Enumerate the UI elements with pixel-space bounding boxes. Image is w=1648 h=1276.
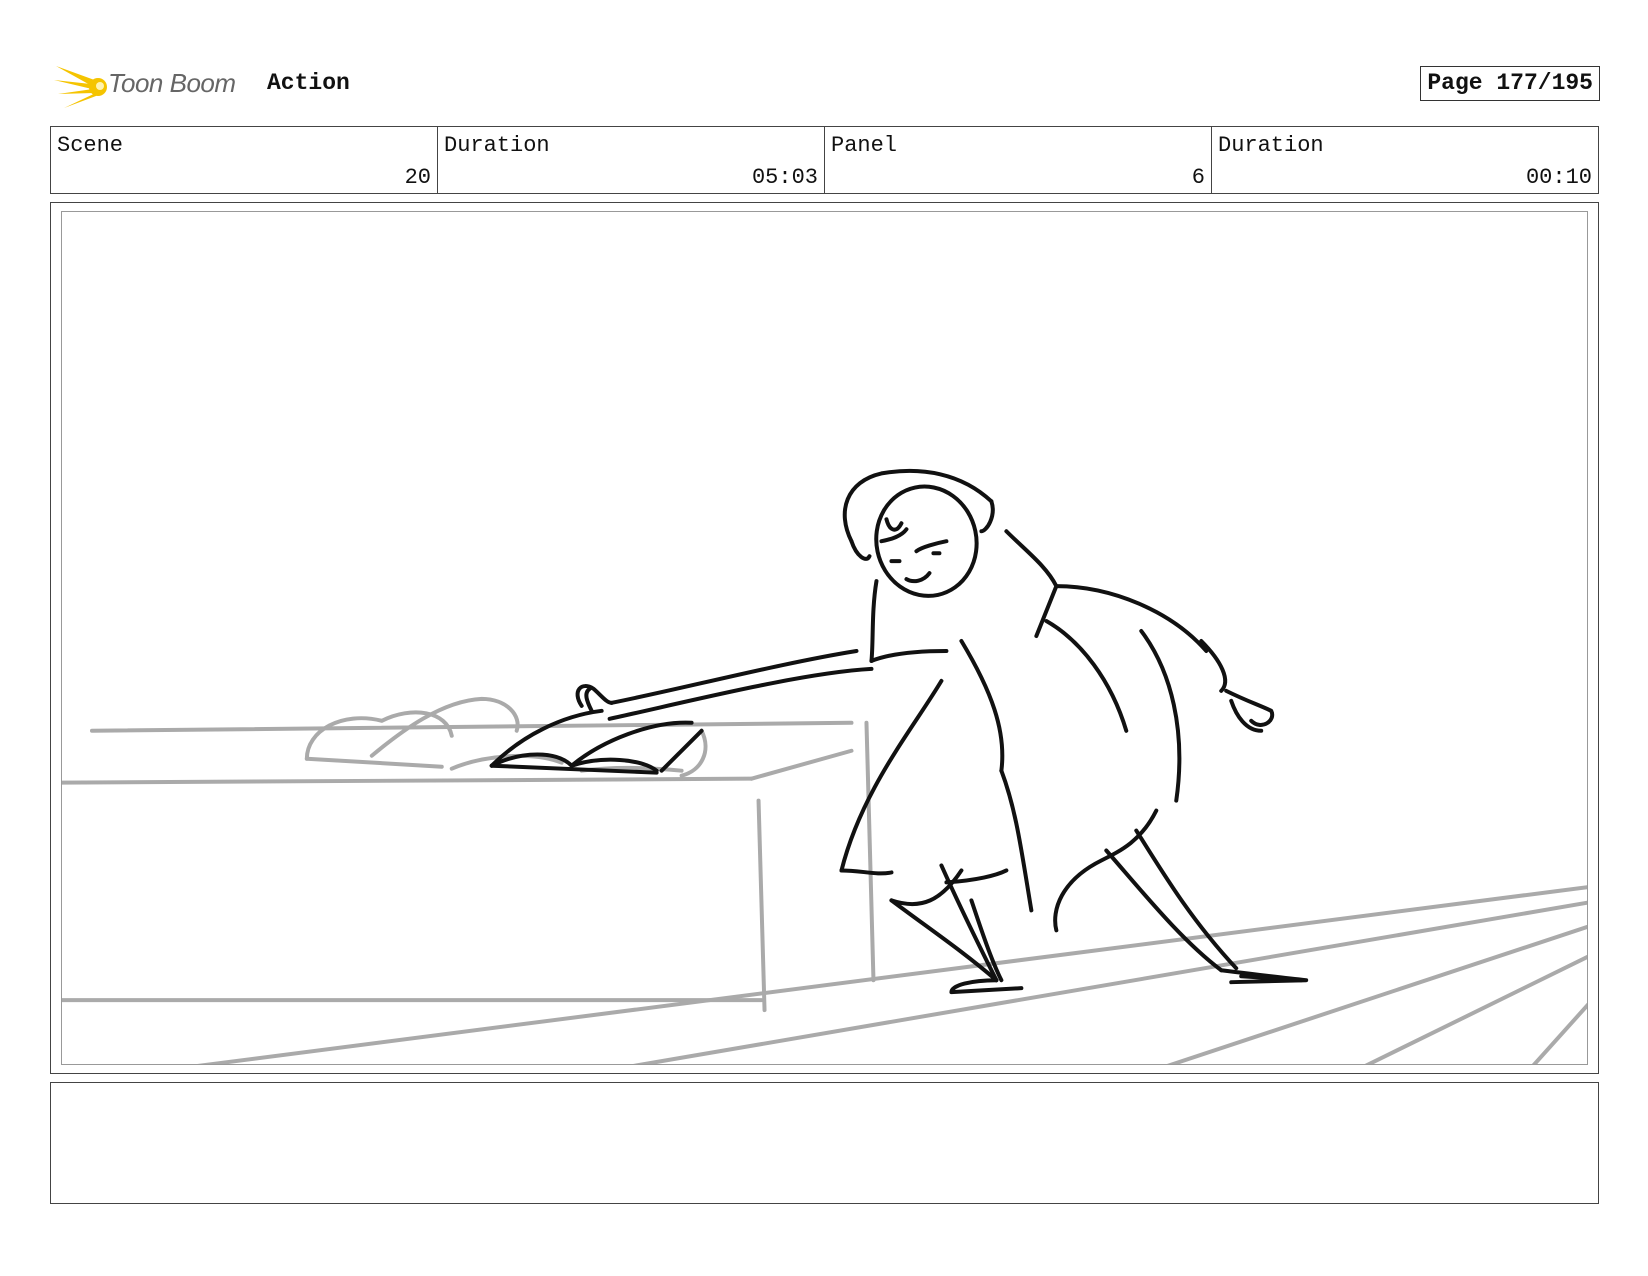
- scene-label: Scene: [57, 133, 124, 158]
- panel-duration-label: Duration: [1218, 133, 1324, 158]
- panel-notes-box: [50, 1082, 1599, 1204]
- brand-name: Toon Boom: [108, 68, 236, 98]
- character-sketch-lines: [489, 468, 1309, 995]
- scene-duration-cell: Duration 05:03: [438, 127, 825, 193]
- storyboard-sketch: [62, 468, 1587, 1064]
- storyboard-header: Toon Boom Action Page 177/195: [50, 56, 1600, 112]
- project-title: Action: [267, 70, 350, 96]
- scene-info-table: Scene 20 Duration 05:03 Panel 6 Duration…: [50, 126, 1599, 194]
- scene-duration-label: Duration: [444, 133, 550, 158]
- scene-cell: Scene 20: [51, 127, 438, 193]
- panel-duration-cell: Duration 00:10: [1212, 127, 1598, 193]
- panel-frame: [50, 202, 1599, 1074]
- panel-cell: Panel 6: [825, 127, 1212, 193]
- background-sketch-lines: [62, 696, 1587, 1064]
- panel-duration-value: 00:10: [1525, 165, 1592, 190]
- panel-label: Panel: [831, 133, 898, 158]
- panel-value: 6: [1191, 165, 1205, 190]
- panel-image-area: [61, 211, 1588, 1065]
- page-number: Page 177/195: [1420, 66, 1600, 101]
- scene-duration-value: 05:03: [751, 165, 818, 190]
- scene-value: 20: [404, 165, 431, 190]
- toon-boom-logo-icon: [54, 66, 107, 108]
